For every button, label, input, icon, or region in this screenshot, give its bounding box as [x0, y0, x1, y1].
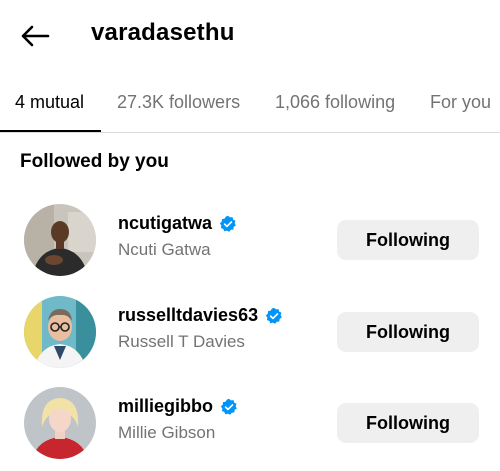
arrow-left-icon — [21, 25, 50, 47]
following-button[interactable]: Following — [337, 312, 479, 352]
username[interactable]: russelltdavies63 — [118, 305, 283, 326]
username-text: milliegibbo — [118, 396, 214, 416]
full-name: Ncuti Gatwa — [118, 240, 211, 259]
tab-bar: 4 mutual 27.3K followers 1,066 following… — [0, 78, 500, 133]
username[interactable]: ncutigatwa — [118, 213, 237, 234]
section-title: Followed by you — [20, 151, 169, 172]
tab-for-you[interactable]: For you — [430, 92, 491, 113]
verified-badge-icon — [265, 307, 282, 324]
tab-mutual[interactable]: 4 mutual — [15, 92, 84, 113]
verified-badge-icon — [219, 215, 236, 232]
list-item[interactable]: ncutigatwa Ncuti Gatwa Following — [0, 202, 500, 282]
full-name: Millie Gibson — [118, 423, 216, 442]
avatar[interactable] — [24, 204, 96, 276]
page-title: varadasethu — [91, 19, 235, 46]
following-button[interactable]: Following — [337, 403, 479, 443]
avatar[interactable] — [24, 296, 96, 368]
list-item[interactable]: russelltdavies63 Russell T Davies Follow… — [0, 294, 500, 374]
username[interactable]: milliegibbo — [118, 396, 238, 417]
active-tab-indicator — [0, 130, 101, 132]
following-button[interactable]: Following — [337, 220, 479, 260]
verified-badge-icon — [220, 398, 237, 415]
tab-following[interactable]: 1,066 following — [275, 92, 395, 113]
back-button[interactable] — [18, 22, 52, 50]
tab-followers[interactable]: 27.3K followers — [117, 92, 240, 113]
full-name: Russell T Davies — [118, 332, 245, 351]
username-text: ncutigatwa — [118, 213, 213, 233]
list-item[interactable]: milliegibbo Millie Gibson Following — [0, 385, 500, 465]
username-text: russelltdavies63 — [118, 305, 259, 325]
avatar[interactable] — [24, 387, 96, 459]
top-bar: varadasethu — [0, 0, 500, 72]
